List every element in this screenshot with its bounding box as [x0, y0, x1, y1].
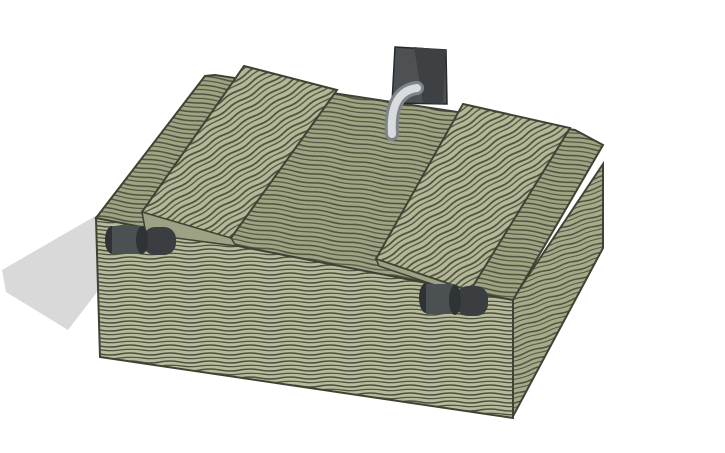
- crate-model-svg[interactable]: [0, 0, 725, 453]
- 3d-viewport[interactable]: [0, 0, 725, 453]
- right-hinge[interactable]: [419, 283, 488, 316]
- left-hinge[interactable]: [105, 226, 176, 255]
